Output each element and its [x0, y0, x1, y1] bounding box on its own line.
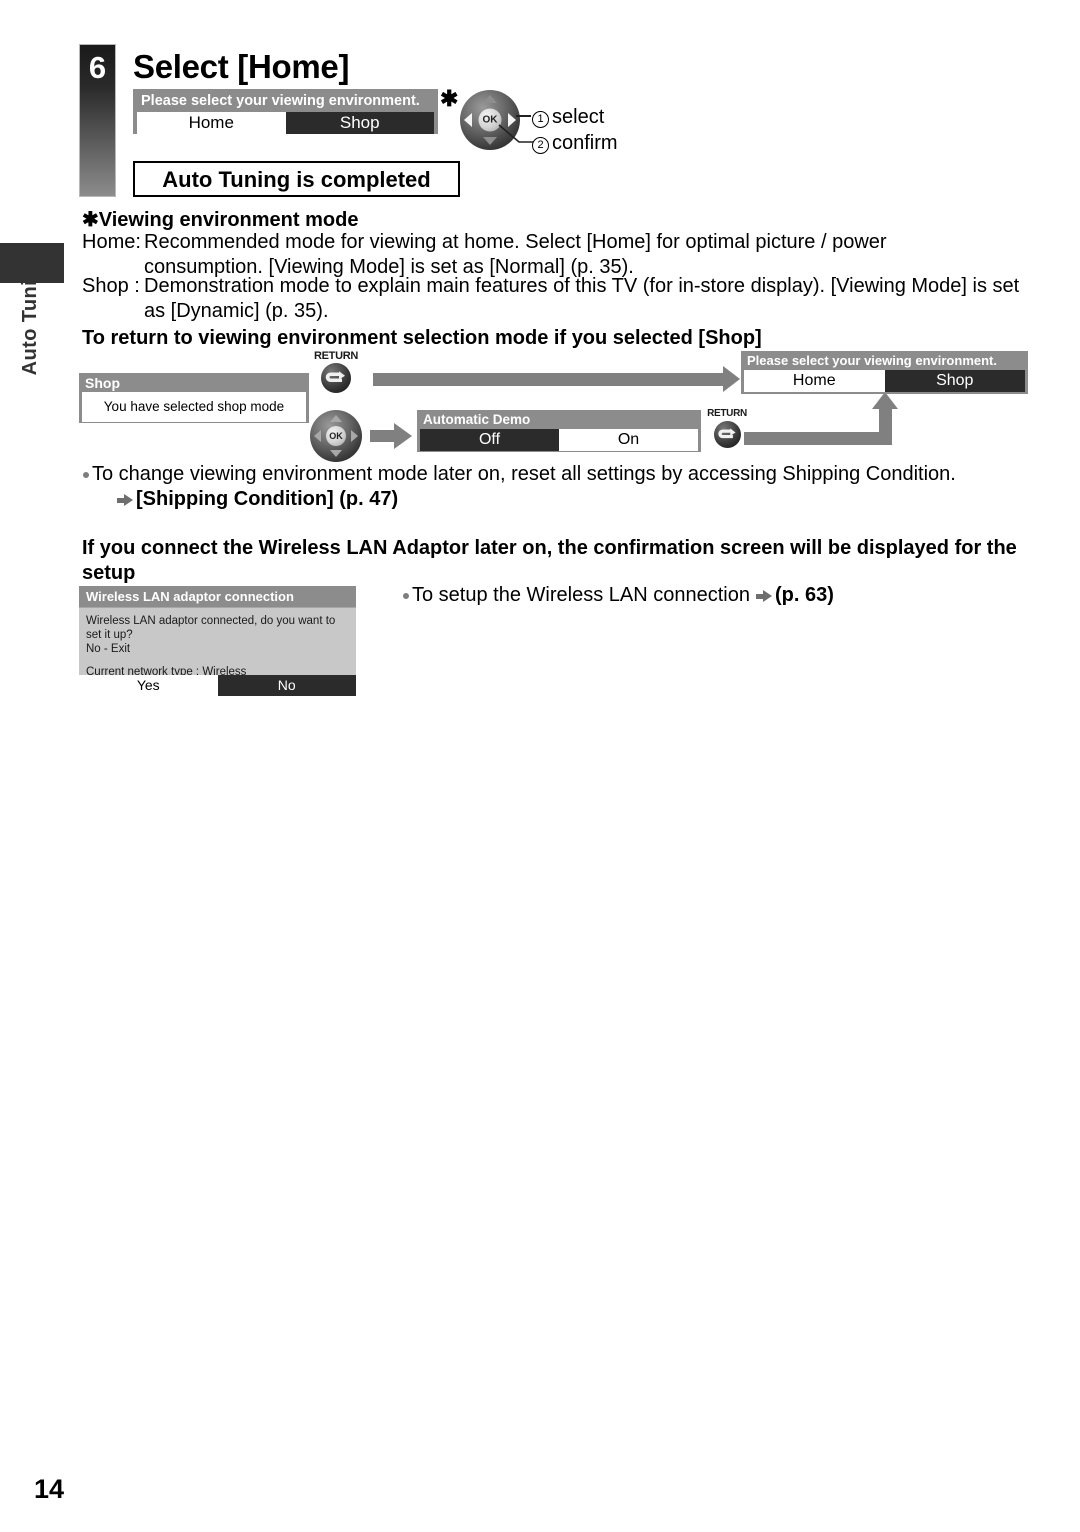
description-shop: Shop : Demonstration mode to explain mai… — [82, 274, 1027, 324]
pointer-arrow-icon — [117, 494, 133, 506]
callout-number-1: 1 — [532, 111, 549, 128]
callout-number-2: 2 — [532, 137, 549, 154]
automatic-demo-title: Automatic Demo — [423, 412, 531, 427]
return-arrow-icon — [321, 363, 351, 393]
viewing-environment-dialog-2: Please select your viewing environment. … — [741, 351, 1028, 394]
description-home: Home: Recommended mode for viewing at ho… — [82, 230, 982, 280]
wlan-dialog-body: Wireless LAN adaptor connected, do you w… — [79, 608, 356, 678]
return-button-1-label: RETURN — [313, 350, 359, 362]
flow-arrow-short-icon — [370, 423, 412, 449]
dialog-2-title: Please select your viewing environment. — [747, 353, 997, 368]
step-number: 6 — [88, 50, 107, 85]
note-shipping-condition: To change viewing environment mode later… — [92, 463, 956, 485]
bullet-icon — [83, 472, 89, 478]
auto-tuning-completed-box: Auto Tuning is completed — [133, 161, 460, 197]
option-2-home[interactable]: Home — [744, 370, 885, 392]
callout-select: 1 select — [532, 106, 604, 128]
description-shop-label: Shop : — [82, 275, 140, 297]
note2-prefix: To setup the Wireless LAN connection — [412, 584, 750, 606]
dialog-title: Please select your viewing environment. — [141, 93, 420, 109]
option-2-shop[interactable]: Shop — [884, 370, 1025, 392]
page-number: 14 — [34, 1474, 65, 1504]
pointer-arrow-icon — [755, 590, 772, 602]
automatic-demo-options: Off On — [420, 429, 698, 451]
option-shop[interactable]: Shop — [285, 112, 434, 134]
flow-arrow-l-horizontal — [744, 432, 892, 445]
description-home-label: Home: — [82, 231, 141, 253]
wlan-body-line-1: Wireless LAN adaptor connected, do you w… — [86, 615, 336, 641]
note-shipping-condition-link[interactable]: [Shipping Condition] (p. 47) — [117, 487, 398, 511]
dpad-flow-left-arrow-icon — [314, 430, 321, 442]
shop-dialog-body: You have selected shop mode — [82, 392, 306, 422]
automatic-demo-dialog: Automatic Demo Off On — [417, 410, 701, 452]
description-shop-body: Demonstration mode to explain main featu… — [144, 275, 1020, 322]
callout-confirm: 2 confirm — [532, 132, 618, 154]
shop-mode-dialog: Shop You have selected shop mode — [79, 373, 309, 423]
remote-dpad-flow-icon[interactable]: OK — [310, 410, 362, 462]
bullet-icon — [403, 593, 409, 599]
return-arrow-icon — [713, 421, 741, 448]
flow-arrow-l-vertical — [879, 406, 892, 436]
wireless-lan-heading: If you connect the Wireless LAN Adaptor … — [82, 537, 1017, 584]
flow-arrow-top-head-icon — [723, 366, 740, 392]
dpad-flow-down-arrow-icon — [330, 450, 342, 457]
dialog-2-options: Home Shop — [744, 370, 1025, 392]
note2-page-ref[interactable]: (p. 63) — [775, 584, 834, 606]
description-home-body: Recommended mode for viewing at home. Se… — [144, 231, 887, 278]
note-wireless-lan-setup: To setup the Wireless LAN connection (p. … — [412, 583, 834, 607]
return-section-heading: To return to viewing environment selecti… — [82, 327, 762, 349]
dpad-flow-right-arrow-icon — [351, 430, 358, 442]
option-demo-off[interactable]: Off — [420, 429, 559, 451]
wireless-lan-dialog: Wireless LAN adaptor connection Wireless… — [79, 586, 356, 696]
wlan-body-line-2: No - Exit — [86, 643, 131, 655]
chapter-tab-label: Auto Tuning — [19, 254, 41, 376]
viewing-environment-dialog: Please select your viewing environment. … — [133, 89, 438, 134]
option-yes[interactable]: Yes — [79, 675, 218, 696]
option-home[interactable]: Home — [137, 112, 286, 134]
wlan-dialog-options: Yes No — [79, 675, 356, 696]
flow-arrow-top-shaft — [373, 373, 723, 386]
shop-dialog-title: Shop — [85, 375, 120, 391]
page-title: Select [Home] — [133, 48, 350, 85]
viewing-mode-heading: ✱Viewing environment mode — [82, 209, 359, 231]
dialog-options: Home Shop — [137, 112, 434, 134]
flow-arrow-l-head-icon — [872, 392, 898, 409]
option-no[interactable]: No — [217, 675, 356, 696]
dpad-flow-ok-button[interactable]: OK — [326, 426, 346, 446]
return-button-1[interactable]: RETURN — [312, 350, 360, 393]
dpad-flow-up-arrow-icon — [330, 415, 342, 422]
return-button-2[interactable]: RETURN — [705, 408, 749, 448]
option-demo-on[interactable]: On — [559, 429, 698, 451]
wlan-body-spacer — [86, 656, 349, 665]
wlan-dialog-title: Wireless LAN adaptor connection — [79, 586, 356, 608]
return-button-2-label: RETURN — [707, 408, 747, 419]
